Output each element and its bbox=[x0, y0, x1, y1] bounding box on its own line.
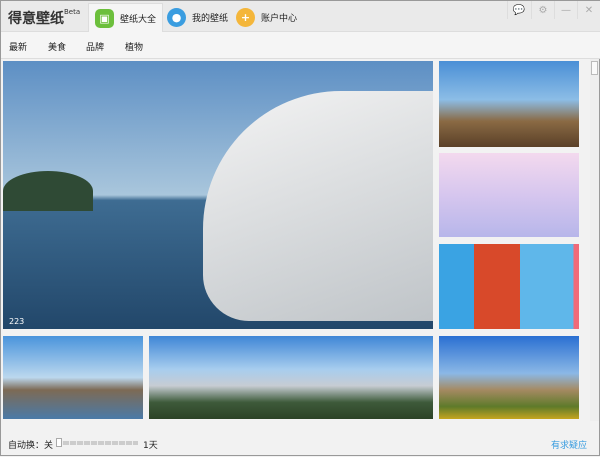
wallpaper-cosmetics[interactable] bbox=[439, 153, 579, 237]
image-icon: ▣ bbox=[95, 8, 114, 28]
scrollbar-thumb[interactable] bbox=[591, 61, 598, 75]
app-title: 得意壁纸 bbox=[8, 11, 64, 27]
gear-icon: ⚙ bbox=[538, 4, 548, 16]
image-count: 223 bbox=[9, 317, 25, 326]
tab-label: 我的壁纸 bbox=[192, 14, 229, 24]
scrollbar[interactable] bbox=[590, 59, 599, 421]
help-link[interactable]: 有求疑应 bbox=[551, 438, 587, 451]
auto-change-label: 自动换：关 bbox=[8, 441, 54, 451]
minimize-button[interactable]: — bbox=[554, 1, 577, 19]
nav-brand[interactable]: 品牌 bbox=[86, 40, 104, 53]
wallpaper-dolomites[interactable] bbox=[439, 336, 579, 419]
category-nav: 最新 美食 品牌 植物 bbox=[1, 32, 600, 59]
settings-button[interactable]: ⚙ bbox=[531, 1, 554, 19]
tab-account[interactable]: + 账户中心 bbox=[230, 3, 303, 32]
feedback-button[interactable]: 💬 bbox=[507, 1, 530, 19]
nav-food[interactable]: 美食 bbox=[48, 40, 66, 53]
minimize-icon: — bbox=[561, 4, 571, 16]
wallpaper-fashion[interactable] bbox=[439, 244, 579, 329]
close-icon: ✕ bbox=[584, 4, 594, 16]
wallpaper-main-yacht[interactable]: 223 bbox=[3, 61, 433, 329]
slider-end-label: 1天 bbox=[143, 441, 158, 451]
yacht-shape bbox=[203, 91, 433, 321]
nav-latest[interactable]: 最新 bbox=[9, 40, 27, 53]
app-logo: 得意壁纸Beta bbox=[8, 8, 80, 28]
nav-plants[interactable]: 植物 bbox=[125, 40, 143, 53]
chat-icon: 💬 bbox=[512, 4, 526, 16]
wallpaper-coast[interactable] bbox=[3, 336, 143, 419]
plus-icon: + bbox=[236, 8, 255, 27]
tab-label: 壁纸大全 bbox=[120, 14, 157, 25]
title-bar: 得意壁纸Beta ▣ 壁纸大全 ● 我的壁纸 + 账户中心 💬 ⚙ — ✕ bbox=[1, 1, 600, 32]
footer: 自动换：关 1天 有求疑应 bbox=[1, 431, 600, 457]
wallpaper-mountains[interactable] bbox=[149, 336, 433, 419]
beta-badge: Beta bbox=[64, 8, 81, 16]
tab-label: 账户中心 bbox=[261, 14, 298, 24]
tab-my-wallpapers[interactable]: ● 我的壁纸 bbox=[161, 3, 234, 32]
tab-wallpapers[interactable]: ▣ 壁纸大全 bbox=[88, 3, 164, 32]
close-button[interactable]: ✕ bbox=[577, 1, 600, 19]
user-icon: ● bbox=[167, 8, 186, 27]
island-shape bbox=[3, 171, 93, 211]
auto-change-slider[interactable] bbox=[56, 438, 138, 447]
slider-knob[interactable] bbox=[56, 438, 62, 447]
wallpaper-man-rocks[interactable] bbox=[439, 61, 579, 147]
